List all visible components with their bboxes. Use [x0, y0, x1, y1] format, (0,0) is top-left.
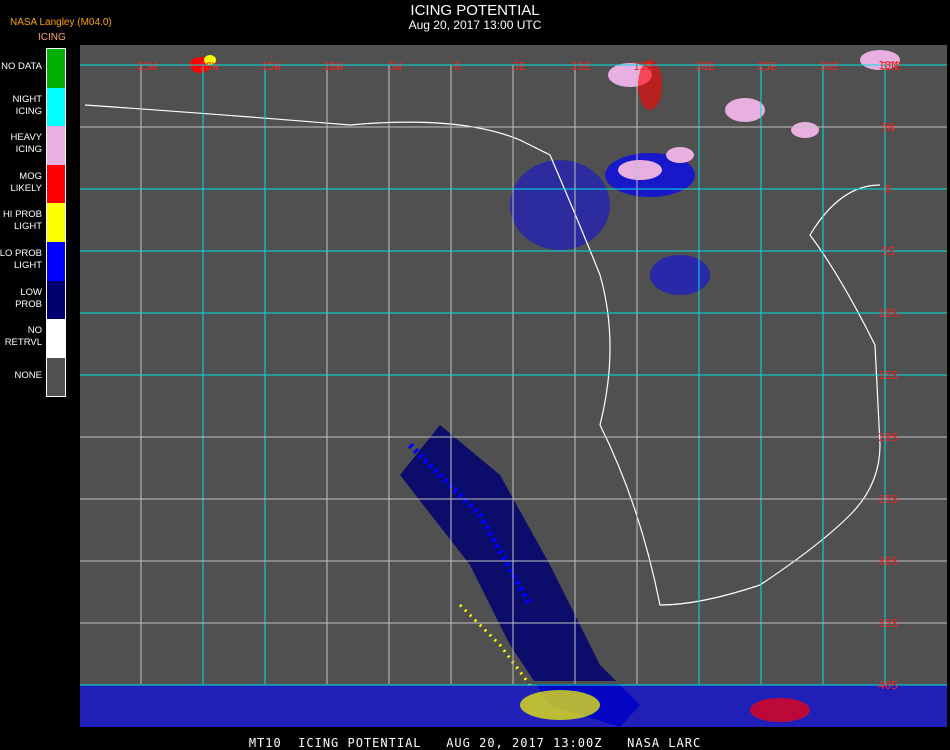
lon-label: 10W	[323, 60, 343, 73]
lat-label: 35S	[878, 617, 898, 630]
legend-label: HI PROB LIGHT	[2, 209, 42, 233]
legend-swatch	[47, 49, 65, 88]
legend-swatch	[47, 203, 65, 242]
legend-label: MOG LIKELY	[10, 170, 42, 194]
page-subtitle: Aug 20, 2017 13:00 UTC	[408, 18, 542, 32]
legend-label: NIGHT ICING	[12, 93, 42, 117]
lon-label: 5W	[388, 60, 402, 73]
legend-label: NO DATA	[1, 61, 42, 72]
lon-label: 15E	[633, 60, 653, 73]
lat-label: 40S	[878, 679, 898, 692]
legend	[46, 48, 66, 398]
lon-label: 0	[454, 60, 461, 73]
legend-swatch	[47, 357, 65, 397]
page-title: ICING POTENTIAL	[410, 2, 540, 19]
legend-swatch	[47, 280, 65, 320]
lat-label: 10S	[878, 307, 898, 320]
legend-swatch	[47, 126, 65, 165]
legend-label: LOW PROB	[15, 286, 42, 310]
lon-label: 30E	[819, 60, 839, 73]
lon-label: 25E	[757, 60, 777, 73]
footer-caption: MT10 ICING POTENTIAL AUG 20, 2017 13:00Z…	[248, 736, 702, 750]
lon-label: 10E	[571, 60, 591, 73]
lat-label: 10N	[878, 59, 898, 72]
lon-label: 20E	[695, 60, 715, 73]
lat-label: 0	[885, 183, 892, 196]
provider-label: NASA Langley (M04.0)	[10, 17, 112, 28]
legend-swatch	[47, 164, 65, 204]
lat-label: 5N	[881, 121, 894, 134]
icing-map: 25W 20W 15W 10W 5W 0 5E 10E 15E 20E 25E 30E 35E10N5N…	[80, 45, 947, 727]
legend-swatch	[47, 87, 65, 127]
lon-label: 25W	[137, 60, 157, 73]
legend-swatch	[47, 319, 65, 358]
legend-label: NO RETRVL	[4, 325, 42, 349]
lon-label: 15W	[261, 60, 281, 73]
lat-label: 15S	[878, 369, 898, 382]
legend-label: LO PROB LIGHT	[0, 248, 42, 271]
lon-label: 20W	[199, 60, 219, 73]
legend-title: ICING	[38, 32, 66, 43]
legend-label: NONE	[14, 369, 42, 381]
lat-label: 5S	[881, 245, 894, 258]
lat-label: 30S	[878, 555, 898, 568]
legend-swatch	[47, 241, 65, 281]
legend-label: HEAVY ICING	[10, 132, 42, 156]
lon-label: 5E	[512, 60, 525, 73]
lat-label: 25S	[878, 493, 898, 506]
lat-label: 20S	[878, 431, 898, 444]
